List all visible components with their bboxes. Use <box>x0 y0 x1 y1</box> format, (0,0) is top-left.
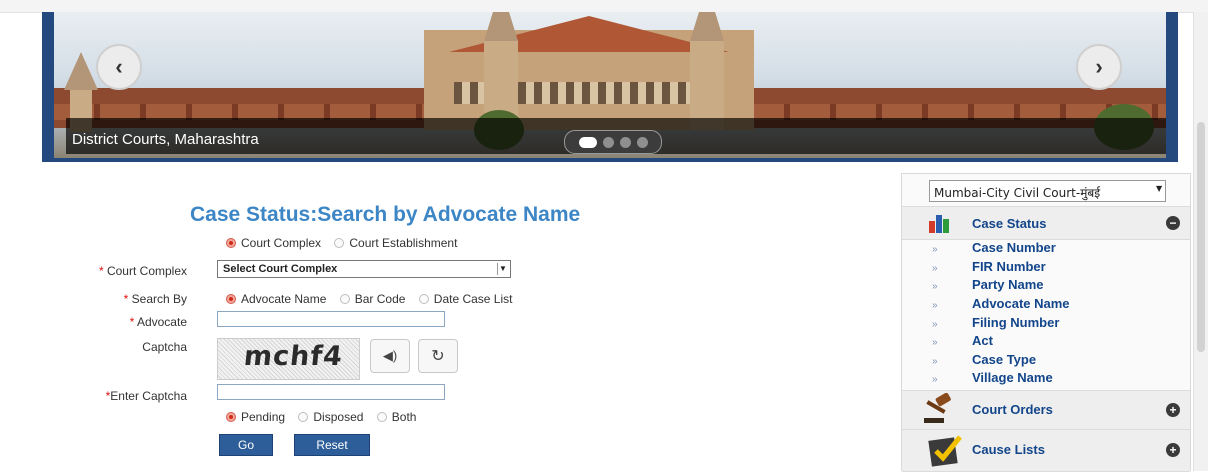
cause-lists-section-header[interactable]: Cause Lists + <box>902 429 1190 472</box>
district-court-select-value: Mumbai-City Civil Court-मुंबई <box>934 186 1101 200</box>
checklist-icon <box>928 433 964 472</box>
slide-dot[interactable] <box>619 136 631 148</box>
page-scrollbar[interactable] <box>1193 12 1208 471</box>
photo-spire-right <box>690 12 724 41</box>
bar-chart-icon <box>928 213 952 238</box>
sidebar: Mumbai-City Civil Court-मुंबई ▼ Case Sta… <box>901 173 1191 472</box>
date-case-list-radio[interactable] <box>418 294 429 304</box>
double-chevron-icon: » <box>932 356 938 367</box>
court-orders-section-header[interactable]: Court Orders + <box>902 390 1190 430</box>
disposed-radio[interactable] <box>298 412 309 422</box>
slide-dot[interactable] <box>602 136 614 148</box>
double-chevron-icon: » <box>932 319 938 330</box>
collapse-icon[interactable]: − <box>1166 216 1180 230</box>
double-chevron-icon: » <box>932 300 938 311</box>
court-establishment-radio[interactable] <box>334 238 345 248</box>
cause-lists-title: Cause Lists <box>972 442 1045 457</box>
court-orders-title: Court Orders <box>972 402 1053 417</box>
slide-indicator <box>564 130 662 154</box>
advocate-name-radio[interactable] <box>226 294 236 304</box>
page-title: Case Status:Search by Advocate Name <box>190 203 581 226</box>
double-chevron-icon: » <box>932 281 938 292</box>
enter-captcha-label: *Enter Captcha <box>105 389 187 403</box>
captcha-text: mchf4 <box>242 341 345 372</box>
both-radio[interactable] <box>376 412 387 422</box>
enter-captcha-input[interactable] <box>217 384 445 400</box>
captcha-refresh-button[interactable]: ↻ <box>418 339 458 373</box>
both-radio-label: Both <box>391 410 417 424</box>
double-chevron-icon: » <box>932 263 938 274</box>
advocate-label: * Advocate <box>129 315 187 329</box>
bar-code-radio[interactable] <box>339 294 350 304</box>
expand-icon[interactable]: + <box>1166 443 1180 457</box>
double-chevron-icon: » <box>932 337 938 348</box>
prev-slide-button[interactable]: ‹ <box>96 44 142 90</box>
advocate-name-radio-label: Advocate Name <box>241 292 327 306</box>
sidebar-link-case-number[interactable]: » Case Number <box>932 240 1056 255</box>
sidebar-link-advocate-name[interactable]: » Advocate Name <box>932 296 1070 311</box>
sidebar-link-party-name[interactable]: » Party Name <box>932 277 1044 292</box>
sidebar-link-case-type[interactable]: » Case Type <box>932 352 1036 367</box>
photo-tower-right <box>690 40 724 130</box>
sidebar-link-village-name[interactable]: » Village Name <box>932 370 1053 385</box>
slide-dot[interactable] <box>636 136 648 148</box>
captcha-label: Captcha <box>142 340 187 354</box>
court-complex-select-value: Select Court Complex <box>223 263 338 275</box>
go-button[interactable]: Go <box>219 434 273 456</box>
photo-spire-left <box>484 12 518 41</box>
district-court-select[interactable]: Mumbai-City Civil Court-मुंबई ▼ <box>929 180 1166 202</box>
reset-button[interactable]: Reset <box>294 434 370 456</box>
banner-caption: District Courts, Maharashtra <box>72 131 259 148</box>
scrollbar-thumb[interactable] <box>1197 122 1205 352</box>
photo-spire-far-left <box>64 52 98 90</box>
bar-code-radio-label: Bar Code <box>354 292 406 306</box>
search-by-radio-group: Advocate Name Bar Code Date Case List <box>226 292 522 306</box>
double-chevron-icon: » <box>932 244 938 255</box>
case-status-section-header[interactable]: Case Status − <box>902 206 1190 240</box>
pending-radio[interactable] <box>226 412 236 422</box>
date-case-list-radio-label: Date Case List <box>433 292 513 306</box>
dropdown-arrow-icon: ▼ <box>1156 184 1163 193</box>
speaker-icon: ◀) <box>382 348 398 363</box>
gavel-icon <box>922 392 958 430</box>
captcha-image: mchf4 <box>217 338 360 380</box>
disposed-radio-label: Disposed <box>313 410 364 424</box>
advocate-input[interactable] <box>217 311 445 327</box>
chevron-left-icon: ‹ <box>115 54 123 79</box>
double-chevron-icon: » <box>932 374 938 385</box>
dropdown-arrow-icon: ▼ <box>497 263 508 275</box>
court-type-radio-group: Court Complex Court Establishment <box>226 236 467 250</box>
case-status-radio-group: Pending Disposed Both <box>226 410 426 424</box>
sidebar-link-filing-number[interactable]: » Filing Number <box>932 315 1059 330</box>
chevron-right-icon: › <box>1095 54 1103 79</box>
search-by-label: * Search By <box>123 292 187 306</box>
court-establishment-radio-label: Court Establishment <box>349 236 458 250</box>
expand-icon[interactable]: + <box>1166 403 1180 417</box>
slide-dot[interactable] <box>578 136 597 148</box>
sidebar-link-act[interactable]: » Act <box>932 333 993 348</box>
next-slide-button[interactable]: › <box>1076 44 1122 90</box>
captcha-audio-button[interactable]: ◀) <box>370 339 410 373</box>
banner-slider: District Courts, Maharashtra ‹ › <box>42 12 1178 162</box>
case-status-title: Case Status <box>972 216 1047 231</box>
court-complex-radio-label: Court Complex <box>241 236 322 250</box>
refresh-icon: ↻ <box>431 348 445 365</box>
pending-radio-label: Pending <box>241 410 286 424</box>
court-complex-label: * Court Complex <box>98 264 187 278</box>
court-complex-select[interactable]: Select Court Complex ▼ <box>217 260 511 278</box>
court-complex-radio[interactable] <box>226 238 236 248</box>
sidebar-link-fir-number[interactable]: » FIR Number <box>932 259 1046 274</box>
